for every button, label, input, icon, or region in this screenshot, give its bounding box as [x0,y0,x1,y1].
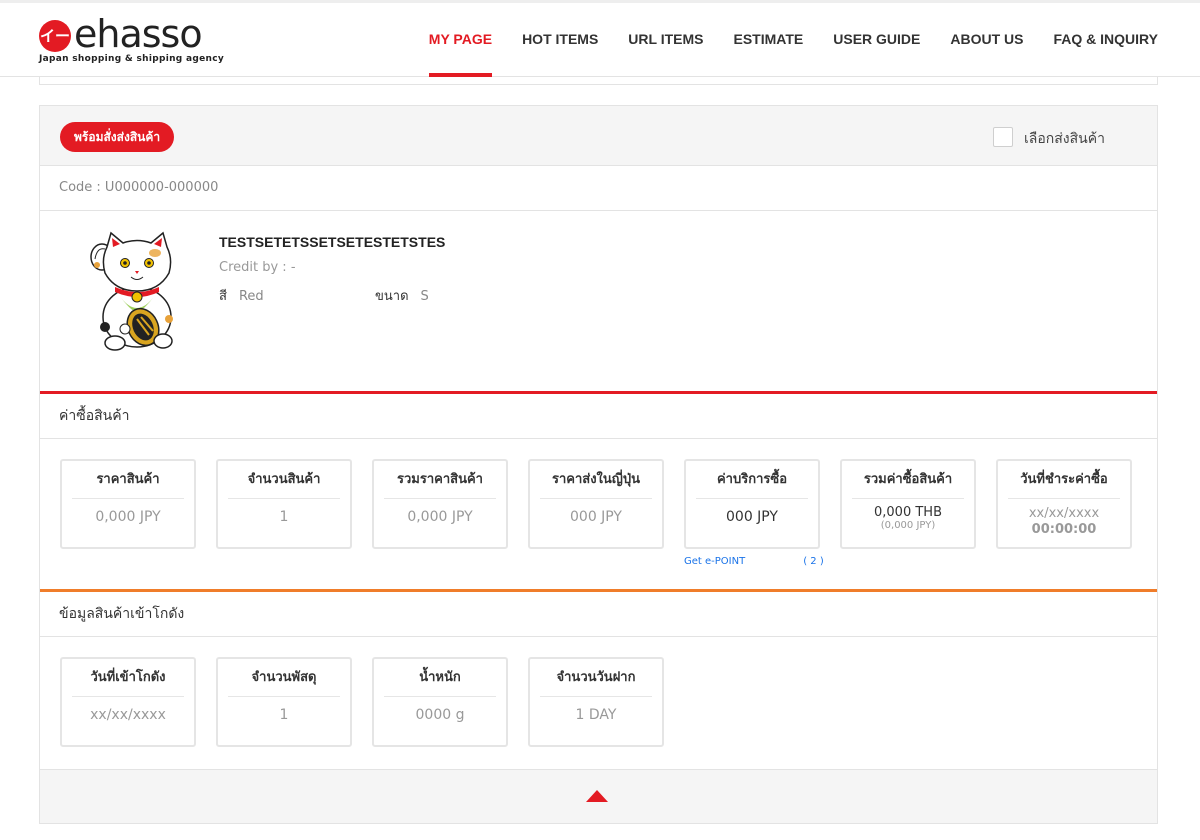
order-code: Code : U000000-000000 [40,166,1157,211]
nav-about-us[interactable]: ABOUT US [950,3,1023,77]
box-title: วันที่เข้าโกดัง [72,659,184,697]
arrival-date-box: วันที่เข้าโกดัง xx/xx/xxxx [60,657,196,747]
purchase-cost-boxes: ราคาสินค้า 0,000 JPY จำนวนสินค้า 1 รวมรา… [40,439,1157,589]
box-value: 000 JPY [570,509,622,525]
size-value: S [420,289,429,304]
logo-mark: イー [39,20,71,52]
box-title: รวมราคาสินค้า [384,461,496,499]
box-subvalue: (0,000 JPY) [880,520,936,531]
box-title: จำนวนสินค้า [228,461,340,499]
purchase-total-box: รวมค่าซื้อสินค้า 0,000 THB (0,000 JPY) [840,459,976,549]
order-card-header: พร้อมสั่งส่งสินค้า เลือกส่งสินค้า [40,106,1157,166]
main-nav: MY PAGE HOT ITEMS URL ITEMS ESTIMATE USE… [399,3,1158,77]
box-value: 0,000 JPY [95,509,161,525]
storage-days-box: จำนวนวันฝาก 1 DAY [528,657,664,747]
color-label: สี [219,289,227,304]
warehouse-section: ข้อมูลสินค้าเข้าโกดัง วันที่เข้าโกดัง xx… [40,589,1157,767]
purchase-cost-title: ค่าซื้อสินค้า [40,394,1157,439]
box-value: xx/xx/xxxx [90,707,166,723]
item-quantity-box: จำนวนสินค้า 1 [216,459,352,549]
box-value: 000 JPY [726,509,778,525]
service-fee-box: ค่าบริการซื้อ 000 JPY [684,459,820,549]
box-value: 0,000 JPY [407,509,473,525]
box-value: xx/xx/xxxx [1028,506,1100,521]
nav-faq-inquiry[interactable]: FAQ & INQUIRY [1054,3,1159,77]
box-subvalue: 00:00:00 [1031,522,1097,537]
previous-order-card-edge [39,77,1158,85]
site-header: イー ehasso Japan shopping & shipping agen… [0,3,1200,77]
items-total-box: รวมราคาสินค้า 0,000 JPY [372,459,508,549]
product-color: สี Red [219,285,264,306]
order-card: พร้อมสั่งส่งสินค้า เลือกส่งสินค้า Code :… [39,105,1158,824]
product-size: ขนาด S [375,285,429,306]
logo-tagline: Japan shopping & shipping agency [39,54,224,64]
box-value: 1 [279,509,289,525]
product-info: TESTSETETSSETSETESTETSTES Credit by : - … [40,211,1157,391]
payment-date-box: วันที่ชำระค่าซื้อ xx/xx/xxxx 00:00:00 [996,459,1132,549]
product-name: TESTSETETSSETSETESTETSTES [219,234,446,250]
nav-user-guide[interactable]: USER GUIDE [833,3,920,77]
caret-up-icon[interactable] [585,789,609,803]
weight-box: น้ำหนัก 0000 g [372,657,508,747]
maneki-neko-image [90,231,173,351]
item-price-box: ราคาสินค้า 0,000 JPY [60,459,196,549]
warehouse-boxes: วันที่เข้าโกดัง xx/xx/xxxx จำนวนพัสดุ 1 … [40,637,1157,767]
box-title: น้ำหนัก [384,659,496,697]
box-title: ราคาสินค้า [72,461,184,499]
box-value: 1 DAY [575,707,617,723]
warehouse-title: ข้อมูลสินค้าเข้าโกดัง [40,592,1157,637]
nav-my-page[interactable]: MY PAGE [428,3,493,77]
nav-url-items[interactable]: URL ITEMS [628,3,703,77]
nav-hot-items[interactable]: HOT ITEMS [522,3,598,77]
box-title: ราคาส่งในญี่ปุ่น [540,461,652,499]
box-title: วันที่ชำระค่าซื้อ [1008,461,1120,499]
select-ship-checkbox[interactable] [993,127,1013,147]
parcel-count-box: จำนวนพัสดุ 1 [216,657,352,747]
box-value: 0,000 THB [874,505,942,520]
size-label: ขนาด [375,289,409,304]
product-credit: Credit by : - [219,260,296,275]
order-card-footer [40,769,1157,823]
box-title: จำนวนพัสดุ [228,659,340,697]
order-status-badge: พร้อมสั่งส่งสินค้า [60,122,175,152]
box-value: 0000 g [415,707,465,723]
box-value: 1 [279,707,289,723]
nav-estimate[interactable]: ESTIMATE [734,3,804,77]
box-title: จำนวนวันฝาก [540,659,652,697]
purchase-cost-section: ค่าซื้อสินค้า ราคาสินค้า 0,000 JPY จำนวน… [40,391,1157,589]
logo-wordmark: ehasso [74,12,203,56]
brand-logo[interactable]: イー ehasso Japan shopping & shipping agen… [39,12,229,65]
epoint-label: Get e-POINT [684,556,746,567]
color-value: Red [238,289,264,304]
box-title: ค่าบริการซื้อ [696,461,808,499]
japan-shipping-box: ราคาส่งในญี่ปุ่น 000 JPY [528,459,664,549]
select-ship-label: เลือกส่งสินค้า [1024,131,1105,147]
epoint-info[interactable]: Get e-POINT ( 2 ) [684,556,824,567]
box-title: รวมค่าซื้อสินค้า [852,461,964,499]
epoint-value: ( 2 ) [803,556,824,567]
